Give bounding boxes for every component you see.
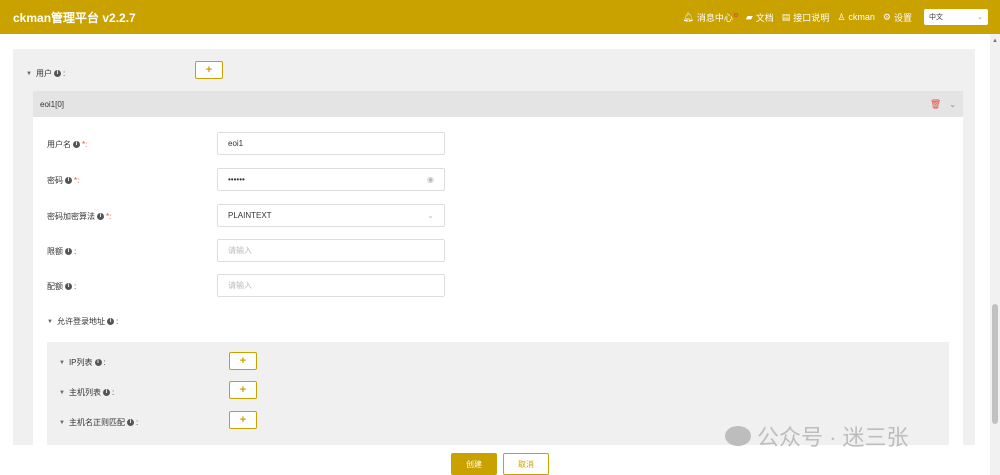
file-icon: ▤ <box>781 11 791 22</box>
cancel-button[interactable]: 取消 <box>503 453 549 475</box>
info-icon: i <box>65 177 72 184</box>
settings-label: 设置 <box>893 12 912 23</box>
info-icon: i <box>126 419 134 426</box>
top-nav: 🔔︎ 消息中心 ▰ 文档 ▤ 接口说明 ♙ ckman ⚙ 设置 中文 ⌄ <box>682 9 988 25</box>
book-icon: ▰ <box>745 11 753 22</box>
quota-input[interactable]: 请输入 <box>217 239 445 262</box>
caret-down-icon: ▼ <box>59 359 65 366</box>
watermark: 公众号 · 迷三张 <box>725 420 909 452</box>
info-icon: i <box>97 213 104 220</box>
messages-label: 消息中心 <box>696 12 733 23</box>
info-icon: i <box>65 283 72 290</box>
ip-list-label[interactable]: ▼ IP列表 i : <box>59 357 106 368</box>
info-icon: i <box>73 141 80 148</box>
notification-dot <box>733 12 738 17</box>
add-user-button[interactable]: + <box>195 61 223 79</box>
profile-input[interactable]: 请输入 <box>217 274 445 297</box>
user-icon: ♙ <box>837 11 846 22</box>
password-input[interactable]: •••••• ◉ <box>217 168 445 191</box>
api-label: 接口说明 <box>793 12 830 23</box>
host-regex-label[interactable]: ▼ 主机名正则匹配 i : <box>59 417 138 428</box>
encryption-label: 密码加密算法 i *: <box>47 212 112 221</box>
info-icon: i <box>102 389 110 396</box>
username-label: 用户名 i *: <box>47 140 88 149</box>
user-item-title: eoi1[0] <box>40 99 65 109</box>
app-title: ckman管理平台 v2.2.7 <box>13 10 136 25</box>
user-item-header[interactable]: eoi1[0] 🗑︎ ⌄ <box>33 91 963 117</box>
scroll-thumb[interactable] <box>992 304 998 424</box>
caret-down-icon: ▼ <box>59 389 65 396</box>
caret-down-icon: ▼ <box>47 318 53 325</box>
docs-link[interactable]: ▰ 文档 <box>746 11 774 24</box>
top-bar: ckman管理平台 v2.2.7 🔔︎ 消息中心 ▰ 文档 ▤ 接口说明 ♙ c… <box>0 0 1000 34</box>
add-host-regex-button[interactable]: + <box>229 411 257 429</box>
wechat-icon <box>725 426 751 446</box>
host-list-label[interactable]: ▼ 主机列表 i : <box>59 387 114 398</box>
user-item-panel: eoi1[0] 🗑︎ ⌄ 用户名 i *: eoi1 密码 i *: •••••… <box>33 91 963 445</box>
user-menu[interactable]: ♙ ckman <box>837 12 875 23</box>
chevron-down-icon: ⌄ <box>427 211 434 220</box>
scroll-up-arrow[interactable]: ▲ <box>992 38 998 44</box>
language-value: 中文 <box>929 14 943 21</box>
caret-down-icon: ▼ <box>26 70 32 77</box>
form-actions: 创建 取消 <box>0 453 1000 475</box>
caret-down-icon: ▼ <box>59 419 65 426</box>
info-icon: i <box>106 318 114 325</box>
bell-icon: 🔔︎ <box>682 11 694 22</box>
password-label: 密码 i *: <box>47 176 80 185</box>
info-icon: i <box>94 359 102 366</box>
quota-label: 限额 i : <box>47 247 77 256</box>
form-area: ▼ 用户 i : + eoi1[0] 🗑︎ ⌄ 用户名 i *: eoi1 密码… <box>13 49 975 445</box>
create-button[interactable]: 创建 <box>451 453 497 475</box>
chevron-down-icon[interactable]: ⌄ <box>949 100 956 109</box>
add-host-button[interactable]: + <box>229 381 257 399</box>
user-name: ckman <box>848 12 875 22</box>
docs-label: 文档 <box>755 12 774 23</box>
allowed-hosts-label[interactable]: ▼ 允许登录地址 i : <box>47 316 118 327</box>
language-select[interactable]: 中文 ⌄ <box>924 9 988 25</box>
trash-icon[interactable]: 🗑︎ <box>930 99 941 110</box>
settings-link[interactable]: ⚙ 设置 <box>883 11 912 24</box>
eye-icon[interactable]: ◉ <box>427 175 434 184</box>
encryption-select[interactable]: PLAINTEXT ⌄ <box>217 204 445 227</box>
info-icon: i <box>65 248 72 255</box>
add-ip-button[interactable]: + <box>229 352 257 370</box>
username-input[interactable]: eoi1 <box>217 132 445 155</box>
info-icon: i <box>53 70 61 77</box>
users-label[interactable]: ▼ 用户 i : <box>26 68 65 79</box>
page-scrollbar[interactable]: ▲ <box>990 34 1000 475</box>
messages-link[interactable]: 🔔︎ 消息中心 <box>682 11 738 24</box>
api-link[interactable]: ▤ 接口说明 <box>782 11 830 24</box>
chevron-down-icon: ⌄ <box>977 14 983 21</box>
gear-icon: ⚙ <box>882 11 891 22</box>
profile-label: 配额 i : <box>47 282 77 291</box>
